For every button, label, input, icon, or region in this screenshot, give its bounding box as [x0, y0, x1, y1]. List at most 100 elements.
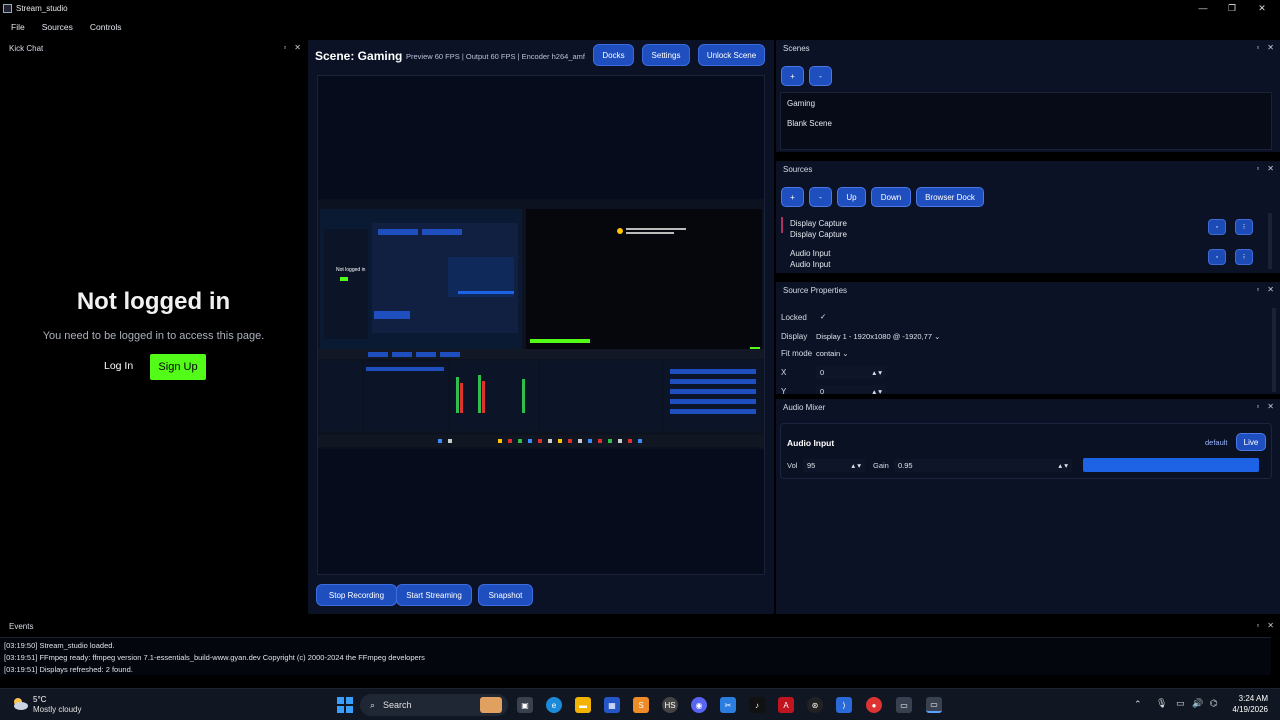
add-source-button[interactable]: +	[781, 187, 804, 207]
not-logged-heading: Not logged in	[76, 288, 231, 315]
sublime-icon[interactable]: S	[633, 697, 649, 713]
mixer-header: Audio Mixer	[776, 399, 1280, 416]
signup-button[interactable]: Sign Up	[150, 354, 206, 380]
close-icon[interactable]: ✕	[1267, 43, 1274, 52]
clock-date[interactable]: 4/19/2026	[1212, 705, 1268, 714]
login-link[interactable]: Log In	[104, 360, 133, 372]
chrome-icon[interactable]: ●	[866, 697, 882, 713]
add-scene-button[interactable]: +	[781, 66, 804, 86]
store-icon[interactable]: ▦	[604, 697, 620, 713]
float-icon[interactable]: ▫	[1256, 285, 1259, 294]
task-view-icon[interactable]: ▣	[517, 697, 533, 713]
app-hs-icon[interactable]: HS	[662, 697, 678, 713]
channel-name: Audio Input	[787, 438, 835, 448]
x-input[interactable]: 0 ▴ ▾	[816, 366, 886, 379]
close-window-button[interactable]: ✕	[1247, 0, 1277, 16]
lock-icon[interactable]: ⁝	[1235, 249, 1253, 265]
y-input[interactable]: 0 ▴ ▾	[816, 385, 886, 394]
search-icon: ⌕	[370, 699, 376, 710]
login-message: You need to be logged in to access this …	[42, 330, 265, 342]
fit-mode-select[interactable]: contain ⌄	[816, 349, 849, 358]
window-title: Stream_studio	[16, 3, 68, 13]
snipping-icon[interactable]: ✂	[720, 697, 736, 713]
mixer-title: Audio Mixer	[783, 403, 826, 412]
close-icon[interactable]: ✕	[294, 43, 301, 52]
minimize-button[interactable]: —	[1188, 0, 1218, 16]
scene-item-gaming[interactable]: Gaming	[787, 99, 815, 108]
float-icon[interactable]: ▫	[1256, 621, 1259, 630]
menu-sources[interactable]: Sources	[42, 22, 73, 32]
vol-input[interactable]: 95 ▴ ▾	[803, 459, 865, 472]
chatgpt-icon[interactable]: ⊛	[807, 697, 823, 713]
clock-time[interactable]: 3:24 AM	[1226, 694, 1268, 703]
terminal-icon[interactable]: ▭	[896, 697, 912, 713]
stream-studio-taskbar-icon[interactable]: ▭	[926, 697, 942, 713]
volume-icon[interactable]: 🔊	[1192, 698, 1203, 709]
browser-dock-button[interactable]: Browser Dock	[916, 187, 984, 207]
move-down-button[interactable]: Down	[871, 187, 911, 207]
properties-title: Source Properties	[783, 286, 848, 295]
source-item-display[interactable]: Display Capture Display Capture	[790, 218, 847, 240]
source-name: Audio Input	[790, 249, 831, 258]
float-icon[interactable]: ▫	[283, 43, 286, 52]
file-explorer-icon[interactable]: ▬	[575, 697, 591, 713]
chevron-up-icon[interactable]: ⌃	[1134, 699, 1142, 710]
source-item-audio[interactable]: Audio Input Audio Input	[790, 248, 830, 270]
sources-title: Sources	[783, 165, 813, 174]
sources-scrollbar[interactable]	[1268, 213, 1272, 269]
vscode-icon[interactable]: ⟩	[836, 697, 852, 713]
taskbar-search[interactable]: ⌕ Search	[360, 694, 508, 716]
lock-icon[interactable]: ⁝	[1235, 219, 1253, 235]
scene-item-blank[interactable]: Blank Scene	[787, 119, 832, 128]
menu-controls[interactable]: Controls	[90, 22, 122, 32]
close-icon[interactable]: ✕	[1267, 621, 1274, 630]
events-log: [03:19:50] Stream_studio loaded. [03:19:…	[0, 637, 1271, 675]
close-icon[interactable]: ✕	[1267, 164, 1274, 173]
edge-icon[interactable]: e	[546, 697, 562, 713]
preview-canvas[interactable]: Not logged in	[317, 75, 765, 575]
visibility-icon[interactable]: ◦	[1208, 219, 1226, 235]
level-meter	[1083, 458, 1259, 472]
display-label: Display	[781, 332, 808, 341]
close-icon[interactable]: ✕	[1267, 285, 1274, 294]
maximize-button[interactable]: ❐	[1217, 0, 1247, 16]
locked-checkbox[interactable]: ✓	[820, 312, 826, 321]
display-icon[interactable]: ▭	[1176, 698, 1185, 709]
close-icon[interactable]: ✕	[1267, 402, 1274, 411]
move-up-button[interactable]: Up	[837, 187, 866, 207]
audio-mixer-panel: Audio Mixer ▫ ✕ Audio Input default Live…	[776, 399, 1280, 614]
float-icon[interactable]: ▫	[1256, 402, 1259, 411]
display-select[interactable]: Display 1 - 1920x1080 @ -1920,77 ⌄	[816, 332, 940, 341]
search-label: Search	[383, 700, 412, 710]
menu-file[interactable]: File	[11, 22, 25, 32]
stop-recording-button[interactable]: Stop Recording	[316, 584, 397, 606]
start-icon[interactable]	[337, 697, 353, 713]
live-button[interactable]: Live	[1236, 433, 1266, 451]
scene-title: Scene: Gaming	[315, 49, 403, 63]
preview-screen-capture: Not logged in	[318, 199, 764, 449]
unlock-scene-button[interactable]: Unlock Scene	[698, 44, 765, 66]
float-icon[interactable]: ▫	[1256, 43, 1259, 52]
tiktok-icon[interactable]: ♪	[749, 697, 765, 713]
device-label: default	[1205, 438, 1228, 447]
settings-button[interactable]: Settings	[642, 44, 690, 66]
source-name: Display Capture	[790, 219, 847, 228]
log-line: [03:19:51] Displays refreshed: 2 found.	[4, 665, 133, 674]
fit-mode-label: Fit mode	[781, 349, 813, 358]
snapshot-button[interactable]: Snapshot	[478, 584, 533, 606]
gain-input[interactable]: 0.95 ▴ ▾	[894, 459, 1072, 472]
weather-icon[interactable]	[10, 695, 30, 713]
properties-scrollbar[interactable]	[1272, 308, 1276, 392]
start-streaming-button[interactable]: Start Streaming	[396, 584, 472, 606]
discord-icon[interactable]: ◉	[691, 697, 707, 713]
svg-text:Not logged in: Not logged in	[336, 267, 366, 273]
microphone-icon[interactable]: 🎙	[1156, 698, 1167, 709]
acrobat-icon[interactable]: A	[778, 697, 794, 713]
docks-button[interactable]: Docks	[593, 44, 634, 66]
remove-source-button[interactable]: -	[809, 187, 832, 207]
mixer-channel: Audio Input default Live Vol 95 ▴ ▾ Gain …	[780, 423, 1272, 479]
float-icon[interactable]: ▫	[1256, 164, 1259, 173]
visibility-icon[interactable]: ◦	[1208, 249, 1226, 265]
remove-scene-button[interactable]: -	[809, 66, 832, 86]
title-bar: Stream_studio — ❐ ✕	[0, 0, 1280, 16]
